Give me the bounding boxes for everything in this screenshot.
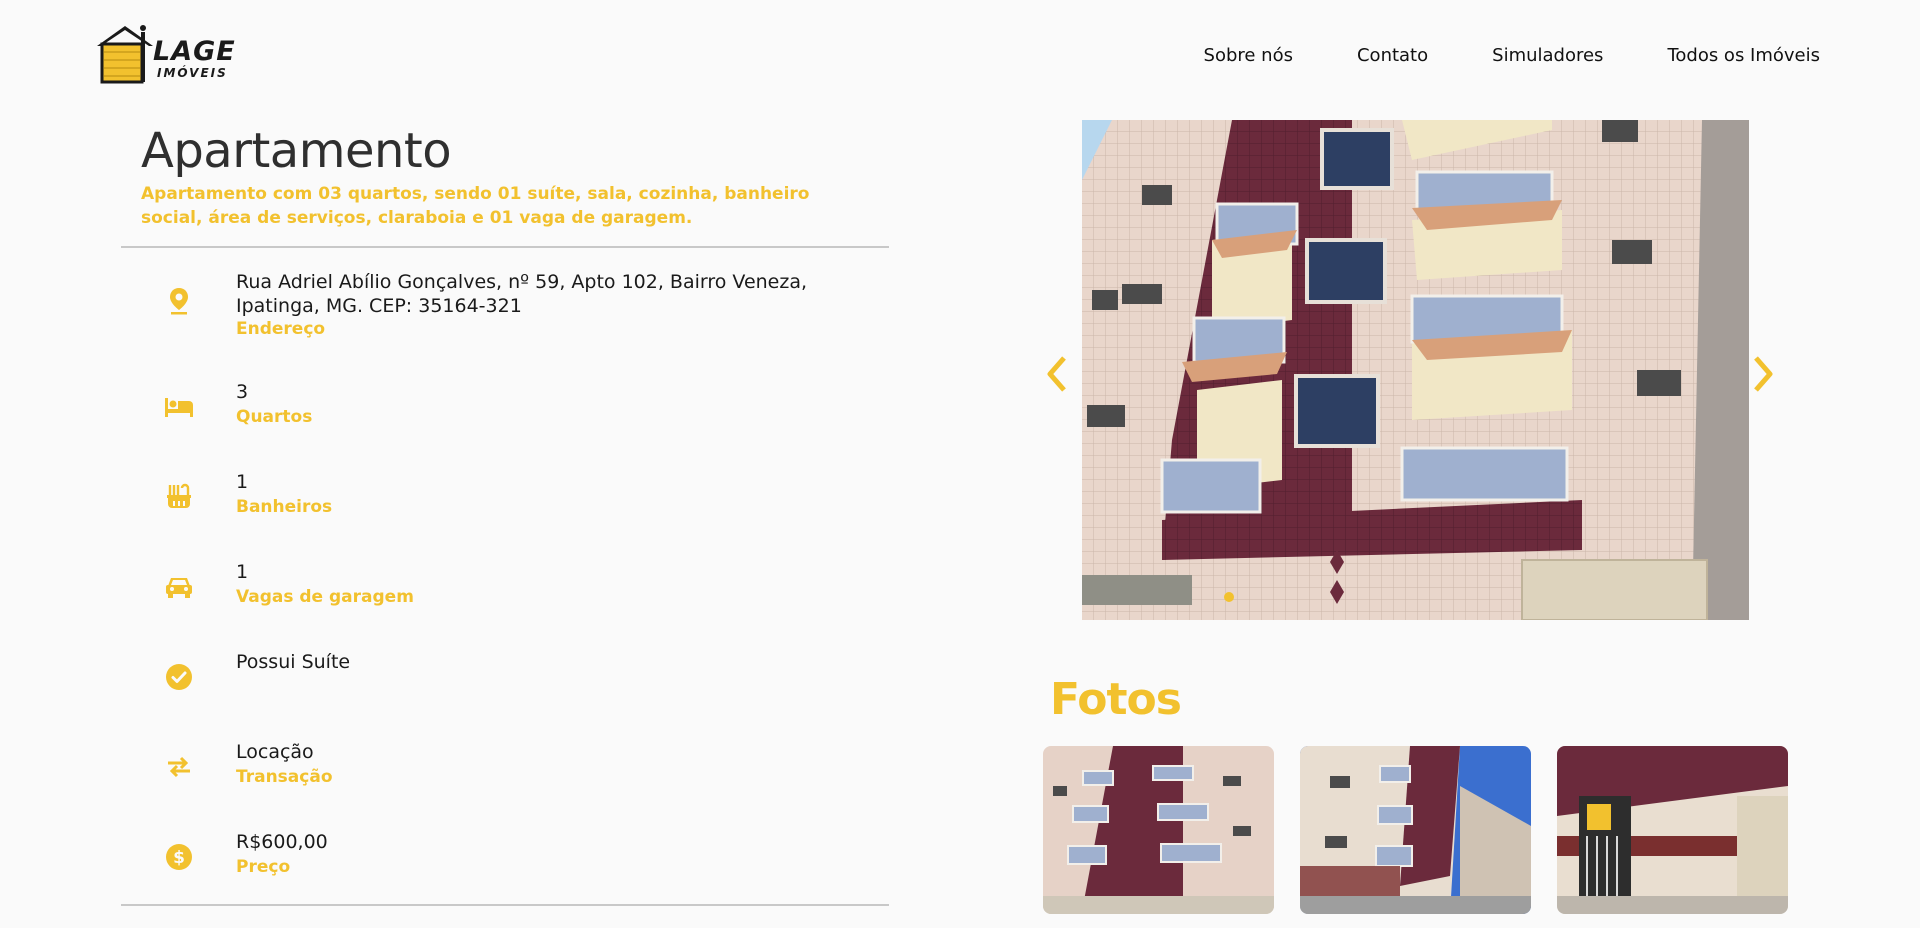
property-details: Apartamento Apartamento com 03 quartos, … (121, 120, 889, 906)
feature-bathrooms: 1 Banheiros (121, 450, 889, 540)
photo-gallery (1043, 746, 1788, 914)
bed-icon (164, 392, 194, 422)
transaction-value: Locação (236, 741, 314, 763)
carousel-main-photo[interactable] (1082, 120, 1749, 620)
feature-garage: 1 Vagas de garagem (121, 540, 889, 630)
nav-todos-imoveis[interactable]: Todos os Imóveis (1667, 45, 1820, 66)
carousel-indicator-dot[interactable] (1224, 592, 1234, 602)
check-circle-icon (164, 662, 194, 692)
svg-text:$: $ (173, 848, 185, 868)
main-nav: Sobre nós Contato Simuladores Todos os I… (1204, 45, 1820, 66)
gallery-thumbnail[interactable] (1043, 746, 1274, 914)
feature-price: $ R$600,00 Preço (121, 810, 889, 900)
garage-label: Vagas de garagem (236, 587, 414, 607)
car-icon (164, 572, 194, 602)
logo-tagline: IMÓVEIS (157, 66, 228, 80)
bathrooms-label: Banheiros (236, 497, 333, 517)
feature-list: Rua Adriel Abílio Gonçalves, nº 59, Apto… (121, 248, 889, 900)
property-title: Apartamento (141, 123, 452, 179)
site-header: LAGE IMÓVEIS Sobre nós Contato Simulador… (0, 0, 1920, 110)
gallery-thumbnail[interactable] (1557, 746, 1788, 914)
feature-suite: Possui Suíte (121, 630, 889, 720)
nav-contato[interactable]: Contato (1357, 45, 1428, 66)
site-logo[interactable]: LAGE IMÓVEIS (95, 22, 245, 84)
feature-address: Rua Adriel Abílio Gonçalves, nº 59, Apto… (121, 248, 889, 360)
gallery-thumbnail[interactable] (1300, 746, 1531, 914)
bathtub-icon (164, 482, 194, 512)
divider (121, 904, 889, 906)
transaction-label: Transação (236, 767, 333, 787)
suite-value: Possui Suíte (236, 651, 351, 673)
price-label: Preço (236, 857, 291, 877)
bedrooms-label: Quartos (236, 407, 313, 427)
garage-value: 1 (236, 561, 249, 583)
gallery-title: Fotos (1050, 674, 1182, 725)
nav-sobre-nos[interactable]: Sobre nós (1204, 45, 1293, 66)
feature-transaction: Locação Transação (121, 720, 889, 810)
nav-simuladores[interactable]: Simuladores (1492, 45, 1603, 66)
chevron-right-icon[interactable] (1746, 352, 1780, 396)
feature-bedrooms: 3 Quartos (121, 360, 889, 450)
photo-carousel (1040, 118, 1780, 622)
chevron-left-icon[interactable] (1040, 352, 1074, 396)
bathrooms-value: 1 (236, 471, 249, 493)
address-value: Rua Adriel Abílio Gonçalves, nº 59, Apto… (236, 271, 808, 317)
location-pin-icon (164, 286, 194, 316)
dollar-coin-icon: $ (164, 842, 194, 872)
property-description: Apartamento com 03 quartos, sendo 01 suí… (141, 184, 810, 228)
price-value: R$600,00 (236, 831, 328, 853)
logo-wordmark: LAGE (153, 36, 236, 67)
address-label: Endereço (236, 319, 326, 339)
swap-arrows-icon (164, 752, 194, 782)
bedrooms-value: 3 (236, 381, 249, 403)
